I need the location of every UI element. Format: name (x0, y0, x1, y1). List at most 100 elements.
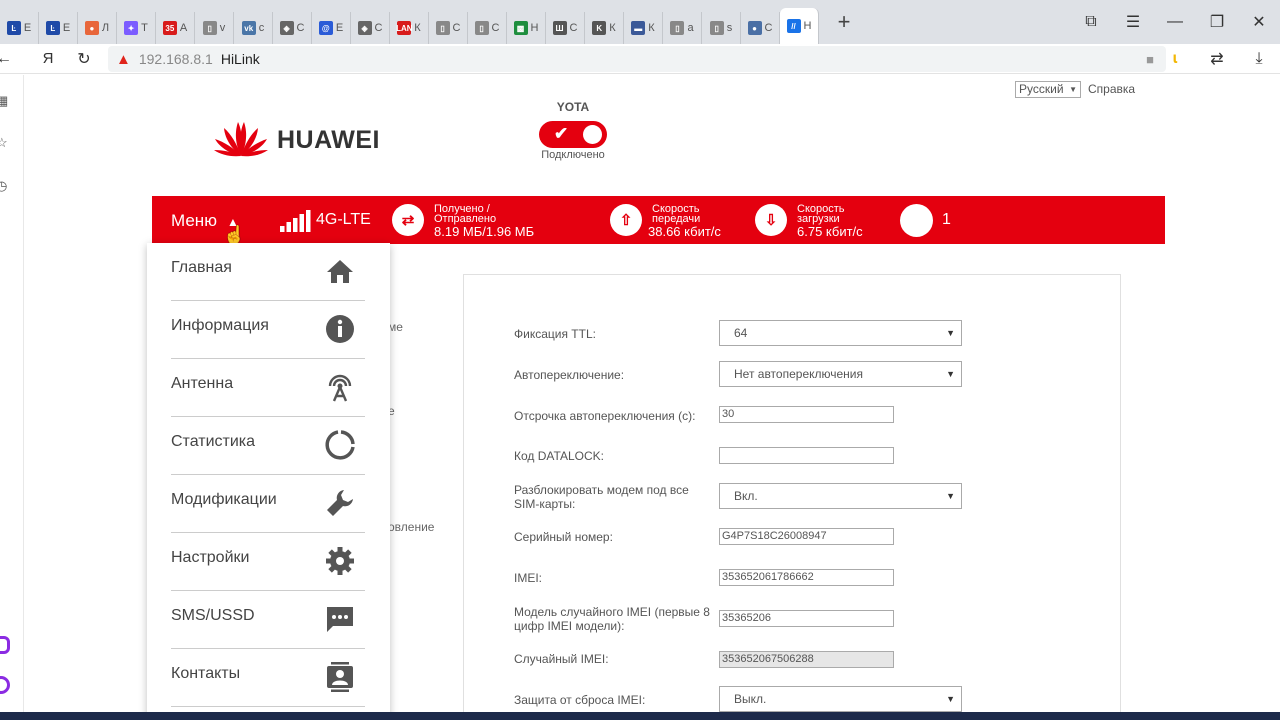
language-select[interactable]: Русский ▼ (1015, 81, 1081, 98)
tab-title: С (374, 22, 383, 34)
browser-tab[interactable]: KК (585, 12, 624, 44)
autoswitch-select[interactable]: Нет автопереключения ▼ (719, 361, 962, 387)
close-window-icon[interactable]: ✕ (1238, 12, 1280, 32)
alice-icon[interactable] (0, 676, 10, 694)
tab-list: Ŀ Е Ŀ Е ● Л ✦ T 35 А ▯ v vk c ◈ С @ E ◈ С LAN К ▯ С ▯ С ▩ Н Ш С K К ▬ К ▯ а… (0, 0, 819, 44)
sim-unlock-select[interactable]: Вкл. ▼ (719, 483, 962, 509)
browser-tab[interactable]: @ E (312, 12, 351, 44)
new-tab-button[interactable]: + (819, 9, 869, 35)
browser-tab[interactable]: ● Л (78, 12, 117, 44)
browser-tab[interactable]: ◈ С (273, 12, 312, 44)
browser-tab[interactable]: ▯ С (468, 12, 507, 44)
browser-menu-icon[interactable]: ☰ (1112, 12, 1154, 32)
menu-item-settings[interactable]: Настройки (171, 533, 365, 591)
tab-title: К (648, 22, 655, 34)
imei-input[interactable]: 353652061786662 (719, 569, 894, 586)
browser-tab[interactable]: ✦ T (117, 12, 156, 44)
menu-item-label: SMS/USSD (171, 607, 255, 624)
url-host: 192.168.8.1 (138, 51, 213, 67)
browser-tab[interactable]: //Н (780, 8, 819, 44)
background-text: ме (388, 320, 403, 334)
network-type: 4G-LTE (316, 211, 371, 228)
yandex-icon[interactable]: Я (30, 50, 66, 67)
upload-value: 38.66 кбит/с (648, 224, 721, 239)
tab-favicon-icon: Ш (552, 21, 567, 35)
menu-item-statistics[interactable]: Статистика (171, 417, 365, 475)
tab-favicon-icon: ▯ (202, 21, 217, 35)
download-icon[interactable]: ⤓ (1238, 50, 1280, 68)
autoswitch-delay-label: Отсрочка автопереключения (с): (514, 409, 696, 423)
serial-input[interactable]: G4P7S18C26008947 (719, 528, 894, 545)
menu-label: Меню (171, 211, 217, 230)
browser-tab[interactable]: vk c (234, 12, 273, 44)
browser-tab[interactable]: ▯ а (663, 12, 702, 44)
browser-tab[interactable]: ▬ К (624, 12, 663, 44)
tab-title: а (687, 22, 694, 34)
apps-icon[interactable]: ▦ (0, 93, 12, 109)
browser-tab[interactable]: ШС (546, 12, 585, 44)
download-label-2: загрузки (797, 213, 840, 225)
help-link[interactable]: Справка (1088, 82, 1135, 96)
back-icon[interactable]: ← (0, 50, 12, 68)
browser-tab[interactable]: ĿЕ (39, 12, 78, 44)
home-icon (327, 260, 353, 283)
signal-bar (293, 218, 298, 232)
tab-title: c (258, 22, 265, 34)
translate-icon[interactable]: ⇄ (1196, 49, 1238, 69)
tab-title: С (452, 22, 461, 34)
restore-icon[interactable]: ❐ (1196, 12, 1238, 32)
bookmark-icon[interactable]: ■ (1146, 52, 1154, 67)
tab-favicon-icon: ▯ (474, 21, 489, 35)
notification-icon[interactable] (900, 204, 933, 237)
browser-tab[interactable]: ◈ С (351, 12, 390, 44)
tab-switcher-icon[interactable]: ⧉ (1070, 13, 1112, 31)
browser-tab[interactable]: ● С (741, 12, 780, 44)
tab-title: С (764, 22, 773, 34)
menu-item-antenna[interactable]: Антенна (171, 359, 365, 417)
info-icon (326, 315, 354, 343)
menu-item-info[interactable]: Информация (171, 301, 365, 359)
tab-favicon-icon: ▯ (709, 21, 724, 35)
tab-title: С (569, 22, 578, 34)
favorites-icon[interactable]: ☆ (0, 135, 12, 151)
browser-tab[interactable]: ▯ s (702, 12, 741, 44)
minimize-icon[interactable]: — (1154, 13, 1196, 31)
random-imei-input: 353652067506288 (719, 651, 894, 668)
menu-item-label: Главная (171, 259, 232, 276)
imei-protect-label: Защита от сброса IMEI: (514, 693, 646, 707)
random-imei-label: Случайный IMEI: (514, 652, 609, 666)
tab-title: Е (23, 22, 32, 34)
browser-tab[interactable]: ▩ Н (507, 12, 546, 44)
reload-icon[interactable]: ↻ (66, 49, 102, 69)
signal-bar (280, 226, 285, 232)
menu-item-label: Статистика (171, 433, 256, 450)
datalock-input[interactable] (719, 447, 894, 464)
autoswitch-delay-input[interactable]: 30 (719, 406, 894, 423)
browser-tab[interactable]: LAN К (390, 12, 429, 44)
browser-tab[interactable]: ▯ v (195, 12, 234, 44)
ttl-select[interactable]: 64 ▼ (719, 320, 962, 346)
omnibox[interactable]: ▲ 192.168.8.1 HiLink ■ (108, 46, 1166, 72)
traffic-icon: ⇄ (392, 204, 424, 236)
history-icon[interactable]: ◷ (0, 178, 12, 194)
menu-item-home[interactable]: Главная (171, 243, 365, 301)
assistant-icon[interactable] (0, 636, 10, 654)
sim-unlock-label: Разблокировать модем под все SIM-карты: (514, 483, 689, 511)
random-imei-model-input[interactable]: 35365206 (719, 610, 894, 627)
chevron-down-icon: ▼ (946, 369, 955, 379)
extension-icon[interactable]: ɩ (1154, 50, 1196, 68)
insecure-warning-icon[interactable]: ▲ (116, 51, 131, 68)
tab-title: С (491, 22, 500, 34)
chevron-down-icon: ▼ (1069, 85, 1077, 94)
browser-tab[interactable]: ▯ С (429, 12, 468, 44)
connection-toggle[interactable]: ✔ (539, 121, 607, 148)
menu-item-sms-ussd[interactable]: SMS/USSD (171, 591, 365, 649)
browser-tab[interactable]: 35 А (156, 12, 195, 44)
imei-protect-select[interactable]: Выкл. ▼ (719, 686, 962, 712)
connection-status: Подключено (541, 149, 605, 161)
autoswitch-value: Нет автопереключения (734, 367, 863, 381)
ttl-value: 64 (734, 326, 748, 340)
browser-tab[interactable]: ĿЕ (0, 12, 39, 44)
menu-item-modifications[interactable]: Модификации (171, 475, 365, 533)
menu-item-contacts[interactable]: Контакты (171, 649, 365, 707)
